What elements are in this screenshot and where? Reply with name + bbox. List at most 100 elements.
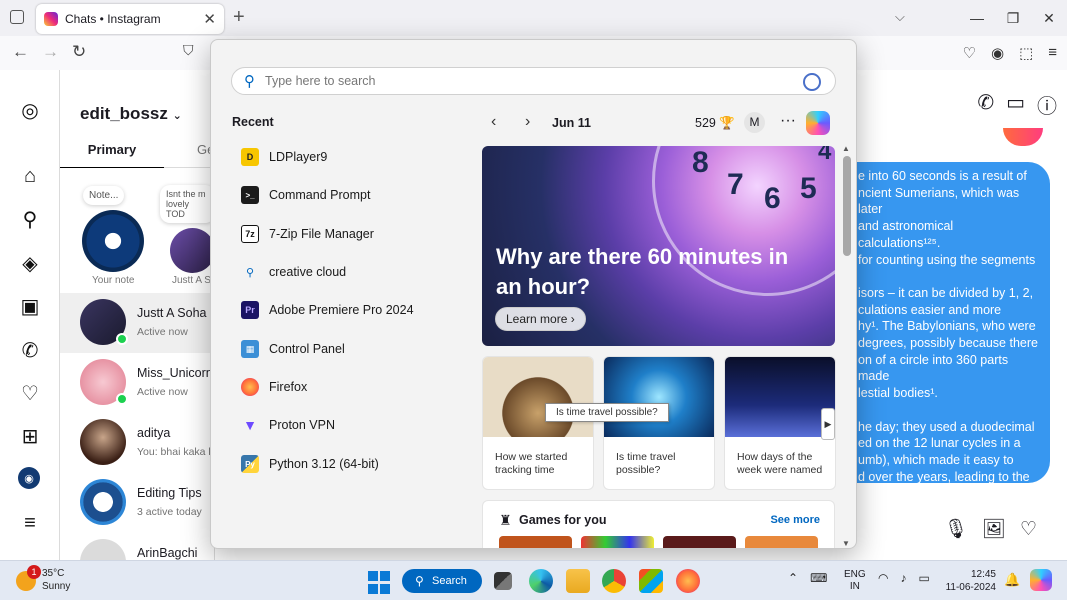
close-window-button[interactable]: ✕ xyxy=(1031,0,1067,36)
instagram-logo-icon[interactable]: ◎ xyxy=(18,98,42,122)
scroll-up-icon[interactable]: ▲ xyxy=(842,144,850,153)
new-tab-button[interactable]: + xyxy=(233,6,245,29)
menu-icon[interactable]: ≡ xyxy=(1048,44,1057,62)
scroll-down-icon[interactable]: ▼ xyxy=(842,539,850,548)
tab-instagram[interactable]: Chats • Instagram ✕ xyxy=(36,4,224,34)
minimize-button[interactable]: — xyxy=(959,0,995,36)
messenger-icon[interactable]: ✆ xyxy=(18,338,42,362)
weather-widget[interactable]: 1 35°C Sunny xyxy=(16,565,71,593)
tab-overflow-chevron-icon[interactable]: ⌵ xyxy=(895,9,905,25)
profile-avatar[interactable]: M xyxy=(744,112,765,133)
news-card[interactable]: Is time travel possible? xyxy=(603,356,715,490)
news-card[interactable]: How days of the week were named xyxy=(724,356,836,490)
chat-row[interactable]: Justt A Soha Active now xyxy=(60,293,215,353)
weather-condition: Sunny xyxy=(42,581,71,592)
next-cards-arrow-icon[interactable]: ▶ xyxy=(821,408,835,440)
chat-row[interactable]: aditya You: bhai kaka ka xyxy=(60,413,215,473)
chat-row[interactable]: Miss_Unicorn Active now xyxy=(60,353,215,413)
status-icons[interactable]: ◠ ♪ ▭ xyxy=(878,571,930,585)
firefox-icon[interactable] xyxy=(676,569,700,593)
recent-item-label: Adobe Premiere Pro 2024 xyxy=(269,303,414,317)
learn-more-button[interactable]: Learn more › xyxy=(495,307,586,331)
image-icon[interactable]: 🖼 xyxy=(982,517,1006,541)
forward-arrow-icon[interactable]: → xyxy=(42,42,59,62)
windows-start-icon[interactable] xyxy=(368,571,392,595)
tab-close-icon[interactable]: ✕ xyxy=(203,10,216,28)
recent-item-firefox[interactable]: Firefox xyxy=(241,374,307,400)
reels-icon[interactable]: ▣ xyxy=(18,294,42,318)
info-icon[interactable]: ⓘ xyxy=(1037,90,1057,119)
card-caption: How days of the week were named xyxy=(737,451,823,476)
premiere-icon: Pr xyxy=(241,301,259,319)
chat-list-panel: edit_bossz ⌄ Primary Ge Note... Your not… xyxy=(60,70,215,585)
restore-button[interactable]: ❐ xyxy=(995,0,1031,36)
language-code: ENG xyxy=(844,569,866,580)
microphone-icon[interactable]: 🎙 xyxy=(944,517,968,541)
notification-bell-icon[interactable]: 🔔 xyxy=(1004,572,1020,588)
explore-icon[interactable]: ◈ xyxy=(18,251,42,275)
search-highlight-icon[interactable] xyxy=(803,73,821,91)
game-thumbnail[interactable] xyxy=(663,536,736,548)
news-card[interactable]: How we started tracking time xyxy=(482,356,594,490)
create-icon[interactable]: ⊞ xyxy=(18,424,42,448)
profile-avatar[interactable]: ◉ xyxy=(18,467,40,489)
game-thumbnail[interactable] xyxy=(581,536,654,548)
see-more-link[interactable]: See more xyxy=(770,514,820,526)
recent-item-protonvpn[interactable]: ▼ Proton VPN xyxy=(241,412,335,438)
your-note-avatar[interactable] xyxy=(82,210,144,272)
feed-scrollbar[interactable]: ▲ ▼ xyxy=(840,144,854,548)
edge-icon[interactable] xyxy=(529,569,553,593)
tab-primary[interactable]: Primary xyxy=(60,142,164,168)
more-menu-icon[interactable]: ≡ xyxy=(18,511,42,535)
chrome-icon[interactable] xyxy=(602,569,626,593)
account-username[interactable]: edit_bossz ⌄ xyxy=(80,104,182,124)
copilot-icon[interactable] xyxy=(1030,569,1052,591)
chevron-up-icon[interactable]: ⌃ xyxy=(788,571,798,585)
heart-icon[interactable]: ♡ xyxy=(18,381,42,405)
recent-item-command-prompt[interactable]: >_ Command Prompt xyxy=(241,182,370,208)
task-view-icon[interactable] xyxy=(494,572,512,590)
home-icon[interactable]: ⌂ xyxy=(18,164,42,188)
chat-row[interactable]: Editing Tips 3 active today xyxy=(60,473,215,533)
game-thumbnail[interactable] xyxy=(745,536,818,548)
game-thumbnail[interactable] xyxy=(499,536,572,548)
rewards-points[interactable]: 529 🏆 xyxy=(695,116,735,131)
previous-arrow-icon[interactable]: ‹ xyxy=(491,113,496,131)
clock[interactable]: 12:45 11-06-2024 xyxy=(943,568,996,594)
recent-item-python[interactable]: Py Python 3.12 (64-bit) xyxy=(241,451,379,477)
heart-icon[interactable]: ♡ xyxy=(1020,518,1037,541)
more-options-icon[interactable]: ··· xyxy=(780,112,796,130)
recent-item-7zip[interactable]: 7z 7-Zip File Manager xyxy=(241,221,374,247)
pocket-icon[interactable]: ♡ xyxy=(963,44,976,62)
recent-item-premiere[interactable]: Pr Adobe Premiere Pro 2024 xyxy=(241,297,414,323)
keyboard-icon[interactable]: ⌨ xyxy=(810,571,827,585)
file-explorer-icon[interactable] xyxy=(566,569,590,593)
tab-list-icon[interactable] xyxy=(10,10,24,24)
phone-icon[interactable]: ✆ xyxy=(977,90,994,119)
video-call-icon[interactable]: ▭ xyxy=(1006,90,1025,119)
note-bubble[interactable]: Isnt the m lovely TOD xyxy=(160,185,215,223)
microsoft-store-icon[interactable] xyxy=(639,569,663,593)
copilot-icon[interactable] xyxy=(806,111,830,135)
reload-icon[interactable]: ↻ xyxy=(72,42,86,62)
friend-note-avatar[interactable] xyxy=(170,228,215,273)
recent-item-creative-cloud[interactable]: ⚲ creative cloud xyxy=(241,259,346,285)
taskbar-search-button[interactable]: ⚲ Search xyxy=(402,569,482,593)
search-icon[interactable]: ⚲ xyxy=(18,207,42,231)
temperature: 35°C xyxy=(42,568,65,579)
instagram-nav-rail: ◎ ⌂ ⚲ ◈ ▣ ✆ ♡ ⊞ ◉ ≡ xyxy=(0,70,60,560)
extensions-icon[interactable]: ⬚ xyxy=(1019,44,1033,62)
recent-item-control-panel[interactable]: ▦ Control Panel xyxy=(241,336,345,362)
language-indicator[interactable]: ENG IN xyxy=(844,569,866,593)
account-icon[interactable]: ◉ xyxy=(991,44,1004,62)
scroll-thumb[interactable] xyxy=(843,156,851,256)
note-bubble[interactable]: Note... xyxy=(83,186,125,205)
start-search-input[interactable]: ⚲ Type here to search xyxy=(231,67,836,95)
back-arrow-icon[interactable]: ← xyxy=(12,42,29,62)
recent-item-ldplayer[interactable]: D LDPlayer9 xyxy=(241,144,327,170)
hero-card[interactable]: 8 7 6 5 4 Why are there 60 minutes in an… xyxy=(482,146,835,346)
shield-icon[interactable]: ⛉ xyxy=(183,42,194,59)
chat-name: Justt A Soha xyxy=(137,306,207,320)
chat-status: Active now xyxy=(137,326,188,338)
next-arrow-icon[interactable]: › xyxy=(525,113,530,131)
